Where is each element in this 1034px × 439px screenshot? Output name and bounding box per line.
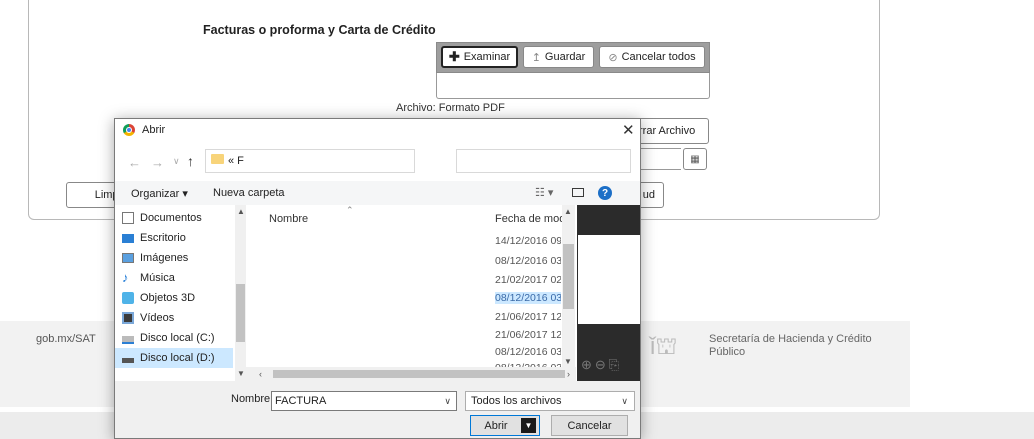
drive-c-icon (122, 336, 134, 344)
file-row-date[interactable]: 14/12/2016 09: (495, 235, 561, 247)
sat-logo-icon: ǐ⛫ (650, 333, 678, 360)
split-dropdown-icon[interactable]: ▼ (521, 418, 536, 433)
close-icon[interactable]: ✕ (622, 121, 635, 139)
up-folder-icon[interactable]: ↑ (187, 153, 194, 169)
folder-icon (211, 154, 224, 164)
examinar-button[interactable]: ✚ Examinar (441, 46, 518, 68)
nav-item-documentos[interactable]: Documentos (115, 208, 233, 228)
examinar-label: Examinar (463, 51, 511, 63)
documents-icon (122, 212, 134, 224)
file-list-scroll-thumb[interactable] (563, 244, 574, 309)
file-type-select[interactable]: Todos los archivos ∨ (465, 391, 635, 411)
nav-item-videos[interactable]: Vídeos (115, 308, 233, 328)
view-options-icon[interactable]: ☷ ▾ (535, 186, 553, 199)
scroll-down-icon[interactable]: ▼ (564, 357, 572, 366)
nav-item-musica[interactable]: ♪ Música (115, 268, 233, 288)
preview-page (578, 235, 640, 324)
scroll-left-icon[interactable]: ‹ (259, 369, 262, 379)
file-name-value: FACTURA (275, 395, 327, 407)
file-type-value: Todos los archivos (471, 395, 562, 407)
dialog-toolbar (115, 181, 640, 205)
nav-item-objetos-3d[interactable]: Objetos 3D (115, 288, 233, 308)
back-icon[interactable]: ← (128, 155, 141, 170)
scroll-right-icon[interactable]: › (567, 369, 570, 379)
nueva-carpeta-button[interactable]: Nueva carpeta (213, 187, 285, 199)
solicitud-label: ud (642, 189, 655, 201)
scroll-up-icon[interactable]: ▲ (237, 207, 245, 216)
help-icon[interactable]: ? (598, 186, 612, 200)
chrome-icon (123, 124, 135, 136)
nav-item-disco-d[interactable]: Disco local (D:) (115, 348, 233, 368)
file-row-date[interactable]: 21/06/2017 12: (495, 311, 561, 323)
pictures-icon (122, 253, 134, 263)
nav-item-label: Imágenes (140, 252, 189, 264)
nav-item-escritorio[interactable]: Escritorio (115, 228, 233, 248)
calendar-icon: ▦ (690, 153, 700, 165)
borrar-archivo-label: rrar Archivo (639, 125, 696, 137)
dialog-title-bar (115, 119, 640, 141)
nav-item-label: Vídeos (140, 312, 175, 324)
column-header-date[interactable]: Fecha de mod (495, 213, 565, 225)
footer-secretaria-text: Secretaría de Hacienda y Crédito Público (709, 333, 872, 358)
file-row-date[interactable]: 21/06/2017 12: (495, 329, 561, 341)
upload-icon: ↥ (531, 51, 541, 64)
objects-3d-icon (122, 292, 134, 304)
file-row-date[interactable]: 08/12/2016 03: (495, 255, 561, 267)
recent-locations-icon[interactable]: ∨ (173, 156, 180, 167)
file-row-date-selected[interactable]: 08/12/2016 03: (495, 292, 561, 304)
cancelar-button[interactable]: Cancelar (551, 415, 628, 436)
chevron-down-icon: ∨ (444, 395, 451, 406)
section-title: Facturas o proforma y Carta de Crédito (203, 23, 436, 37)
nav-item-label: Documentos (140, 212, 202, 224)
desktop-icon (122, 233, 134, 243)
guardar-label: Guardar (544, 51, 586, 63)
navigation-pane: Documentos Escritorio Imágenes ♪ Música … (115, 205, 246, 381)
sort-asc-icon: ⌃ (346, 205, 354, 215)
column-header-name[interactable]: Nombre (269, 213, 308, 225)
ban-icon: ⊘ (608, 51, 618, 64)
search-input[interactable] (456, 149, 631, 173)
abrir-label: Abrir (484, 419, 508, 432)
preview-controls-icon[interactable]: ⊕⊖⎘ (581, 357, 622, 373)
nav-pane-scroll-thumb[interactable] (236, 284, 245, 342)
file-row-date[interactable]: 21/02/2017 02: (495, 274, 561, 286)
organizar-menu[interactable]: Organizar ▾ (131, 187, 188, 200)
file-name-label: Nombre: (231, 393, 274, 405)
abrir-button[interactable]: Abrir ▼ (470, 415, 540, 436)
address-path: « F (228, 155, 244, 167)
nav-item-disco-c[interactable]: Disco local (C:) (115, 328, 233, 348)
upload-drop-area (436, 73, 710, 99)
cancelar-todos-button[interactable]: ⊘ Cancelar todos (599, 46, 705, 68)
nav-item-label: Disco local (C:) (140, 332, 215, 344)
nav-item-label: Escritorio (140, 232, 186, 244)
cancelar-label: Cancelar (567, 419, 612, 432)
calendar-button[interactable]: ▦ (683, 148, 707, 170)
videos-icon (122, 312, 134, 324)
scroll-up-icon[interactable]: ▲ (564, 207, 572, 216)
cancelar-todos-label: Cancelar todos (621, 51, 696, 63)
nav-item-imagenes[interactable]: Imágenes (115, 248, 233, 268)
nav-item-label: Disco local (D:) (140, 352, 215, 364)
archivo-format-label: Archivo: Formato PDF (396, 102, 505, 114)
footer-site-link[interactable]: gob.mx/SAT (36, 333, 96, 345)
music-icon: ♪ (122, 270, 129, 285)
file-open-dialog: Abrir ✕ ← → ∨ ↑ « F Organizar ▾ Nueva ca… (114, 118, 641, 439)
scroll-down-icon[interactable]: ▼ (237, 369, 245, 378)
guardar-button[interactable]: ↥ Guardar (523, 46, 594, 68)
nav-item-label: Música (140, 272, 175, 284)
forward-icon[interactable]: → (151, 155, 164, 170)
drive-d-icon (122, 358, 134, 363)
plus-icon: ✚ (448, 49, 460, 64)
file-row-date[interactable]: 08/12/2016 03: (495, 346, 561, 358)
dialog-title: Abrir (142, 124, 166, 136)
file-list-hscroll-thumb[interactable] (273, 370, 565, 378)
preview-pane-icon[interactable] (572, 188, 584, 197)
chevron-down-icon: ∨ (621, 395, 628, 406)
nav-item-label: Objetos 3D (140, 292, 196, 304)
file-name-input[interactable]: FACTURA ∨ (271, 391, 457, 411)
